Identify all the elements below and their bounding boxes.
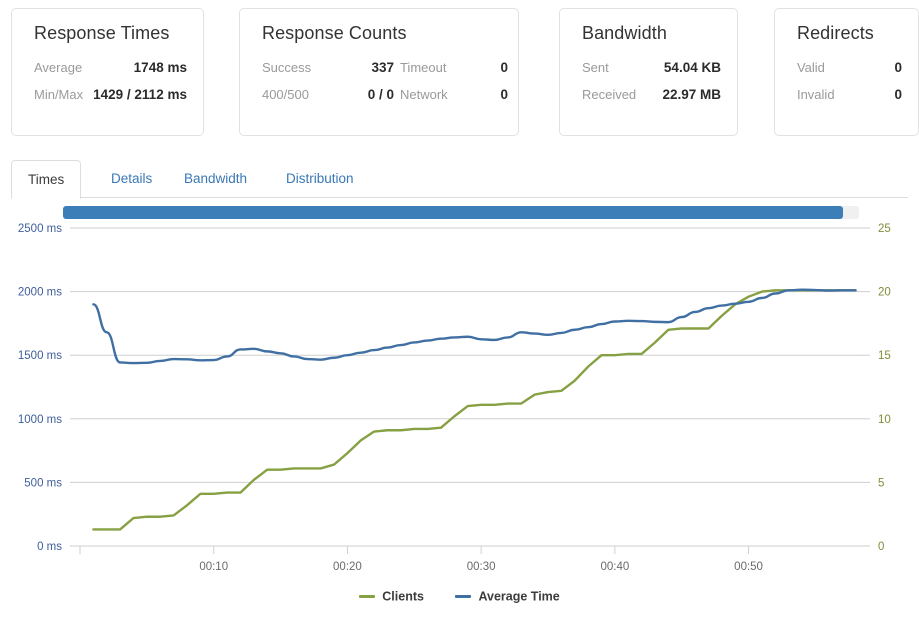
stat-value: 337 — [371, 60, 394, 75]
stat-row: 400/500 0 / 0 Network 0 — [256, 87, 508, 102]
legend-label-clients: Clients — [382, 589, 424, 604]
stat-row: Average 1748 ms — [28, 60, 187, 75]
card-redirects: Redirects Valid 0 Invalid 0 — [773, 8, 919, 136]
stat-row: Min/Max 1429 / 2112 ms — [28, 87, 187, 102]
stat-row: Invalid 0 — [791, 87, 902, 102]
axis-label-x: 00:20 — [333, 561, 362, 573]
tab-bar: Times Details Bandwidth Distribution — [11, 160, 908, 199]
tab-label: Times — [28, 172, 65, 187]
times-chart: 0 ms 500 ms 1000 ms 1500 ms 2000 ms 2500 ms 0 5… — [0, 218, 919, 626]
legend-swatch-clients — [359, 595, 376, 599]
card-response-times: Response Times Average 1748 ms Min/Max 1… — [11, 8, 204, 136]
stat-label: Sent — [581, 60, 609, 75]
tab-label: Bandwidth — [184, 171, 248, 186]
stat-value: 22.97 MB — [662, 87, 721, 102]
stat-row: Sent 54.04 KB — [576, 60, 721, 75]
card-title: Response Counts — [261, 23, 407, 43]
axis-label-left: 1000 ms — [18, 414, 62, 426]
tab-distribution[interactable]: Distribution — [270, 160, 370, 199]
legend-item-average-time[interactable]: Average Time — [455, 589, 560, 604]
axis-label-left: 0 ms — [37, 541, 62, 553]
chart-canvas: 0 ms 500 ms 1000 ms 1500 ms 2000 ms 2500 ms 0 5… — [18, 223, 891, 573]
stat-label: Min/Max — [34, 87, 84, 102]
card-rows: Valid 0 Invalid 0 — [791, 60, 902, 102]
stat-label-secondary: Timeout — [399, 60, 447, 75]
card-title: Response Times — [34, 23, 170, 43]
card-title: Bandwidth — [581, 23, 667, 43]
stat-label-secondary: Network — [399, 87, 448, 102]
stat-row: Valid 0 — [791, 60, 902, 75]
tab-details[interactable]: Details — [95, 160, 168, 199]
stat-label: Success — [261, 60, 312, 75]
chart-series-clients — [92, 289, 857, 531]
axis-label-x: 00:30 — [467, 561, 496, 573]
stat-label: 400/500 — [261, 87, 309, 102]
card-title: Redirects — [796, 23, 874, 43]
axis-label-x: 00:10 — [199, 561, 228, 573]
card-rows: Success 337 Timeout 0 400/500 0 / 0 Netw… — [256, 60, 508, 102]
tab-bandwidth[interactable]: Bandwidth — [168, 160, 263, 199]
stat-label: Received — [581, 87, 637, 102]
stat-value: 1429 / 2112 ms — [93, 87, 187, 102]
axis-label-left: 2000 ms — [18, 287, 62, 299]
axis-label-right: 0 — [878, 541, 884, 553]
card-bandwidth: Bandwidth Sent 54.04 KB Received 22.97 M… — [558, 8, 738, 136]
stat-value-secondary: 0 — [500, 60, 508, 75]
stat-value: 1748 ms — [133, 60, 187, 75]
axis-label-right: 25 — [878, 223, 891, 235]
stat-label: Invalid — [796, 87, 835, 102]
axis-label-right: 10 — [878, 414, 891, 426]
stat-label: Average — [34, 60, 83, 75]
stat-row: Success 337 Timeout 0 — [256, 60, 508, 75]
stat-value: 54.04 KB — [663, 60, 721, 75]
axis-label-right: 15 — [878, 350, 891, 362]
card-rows: Sent 54.04 KB Received 22.97 MB — [576, 60, 721, 102]
card-response-counts: Response Counts Success 337 Timeout 0 40… — [238, 8, 519, 136]
axis-label-right: 5 — [878, 477, 884, 489]
axis-label-x: 00:50 — [734, 561, 763, 573]
stat-value-secondary: 0 — [500, 87, 508, 102]
legend-label-average-time: Average Time — [478, 589, 560, 604]
card-rows: Average 1748 ms Min/Max 1429 / 2112 ms — [28, 60, 187, 102]
chart-legend: Clients Average Time — [0, 589, 919, 604]
axis-label-left: 500 ms — [24, 477, 62, 489]
axis-label-left: 2500 ms — [18, 223, 62, 235]
legend-item-clients[interactable]: Clients — [359, 589, 424, 604]
axis-label-left: 1500 ms — [18, 350, 62, 362]
stat-value: 0 / 0 — [367, 87, 394, 102]
axis-label-right: 20 — [878, 287, 891, 299]
tab-label: Distribution — [286, 171, 354, 186]
stat-value: 0 — [894, 60, 902, 75]
summary-cards: Response Times Average 1748 ms Min/Max 1… — [0, 0, 919, 145]
tab-label: Details — [111, 171, 153, 186]
report-page: Response Times Average 1748 ms Min/Max 1… — [0, 0, 919, 626]
stat-value: 0 — [894, 87, 902, 102]
stat-label: Valid — [796, 60, 825, 75]
tab-times[interactable]: Times — [11, 160, 82, 199]
stat-row: Received 22.97 MB — [576, 87, 721, 102]
axis-label-x: 00:40 — [600, 561, 629, 573]
legend-swatch-average-time — [455, 595, 472, 599]
